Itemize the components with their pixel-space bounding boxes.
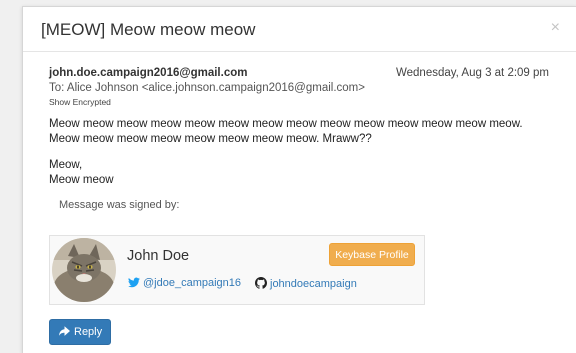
message-paragraph: Meow, xyxy=(49,159,83,171)
modal-header: [MEOW] Meow meow meow × xyxy=(23,7,576,52)
avatar xyxy=(52,238,116,302)
github-username: johndoecampaign xyxy=(270,278,357,290)
reply-button[interactable]: Reply xyxy=(49,319,111,345)
email-date: Wednesday, Aug 3 at 2:09 pm xyxy=(395,67,549,79)
github-icon xyxy=(255,277,268,289)
email-body: john.doe.campaign2016@gmail.com Wednesda… xyxy=(49,67,549,345)
signed-by-label: Message was signed by: xyxy=(59,199,180,211)
reply-label: Reply xyxy=(74,326,103,338)
message-paragraph: Meow meow xyxy=(49,174,114,186)
show-encrypted-link[interactable]: Show Encrypted xyxy=(49,97,549,107)
github-link[interactable]: johndoecampaign xyxy=(255,277,357,290)
twitter-icon xyxy=(128,277,140,288)
modal-title: [MEOW] Meow meow meow xyxy=(41,20,256,39)
email-modal: [MEOW] Meow meow meow × john.doe.campaig… xyxy=(22,6,576,353)
close-button[interactable]: × xyxy=(551,20,560,36)
message-paragraph: Meow meow meow meow meow meow meow meow … xyxy=(49,118,523,145)
recipient-line: To: Alice Johnson <alice.johnson.campaig… xyxy=(49,82,365,94)
keybase-profile-button[interactable]: Keybase Profile xyxy=(329,243,415,266)
twitter-link[interactable]: @jdoe_campaign16 xyxy=(128,277,241,289)
signer-card: John Doe Keybase Profile @jdoe_campaign1… xyxy=(49,235,425,305)
reply-arrow-icon xyxy=(59,326,70,336)
message-content: Meow meow meow meow meow meow meow meow … xyxy=(49,117,549,188)
signer-name: John Doe xyxy=(127,248,190,264)
twitter-handle: @jdoe_campaign16 xyxy=(143,277,242,289)
cat-photo-icon xyxy=(52,238,116,302)
